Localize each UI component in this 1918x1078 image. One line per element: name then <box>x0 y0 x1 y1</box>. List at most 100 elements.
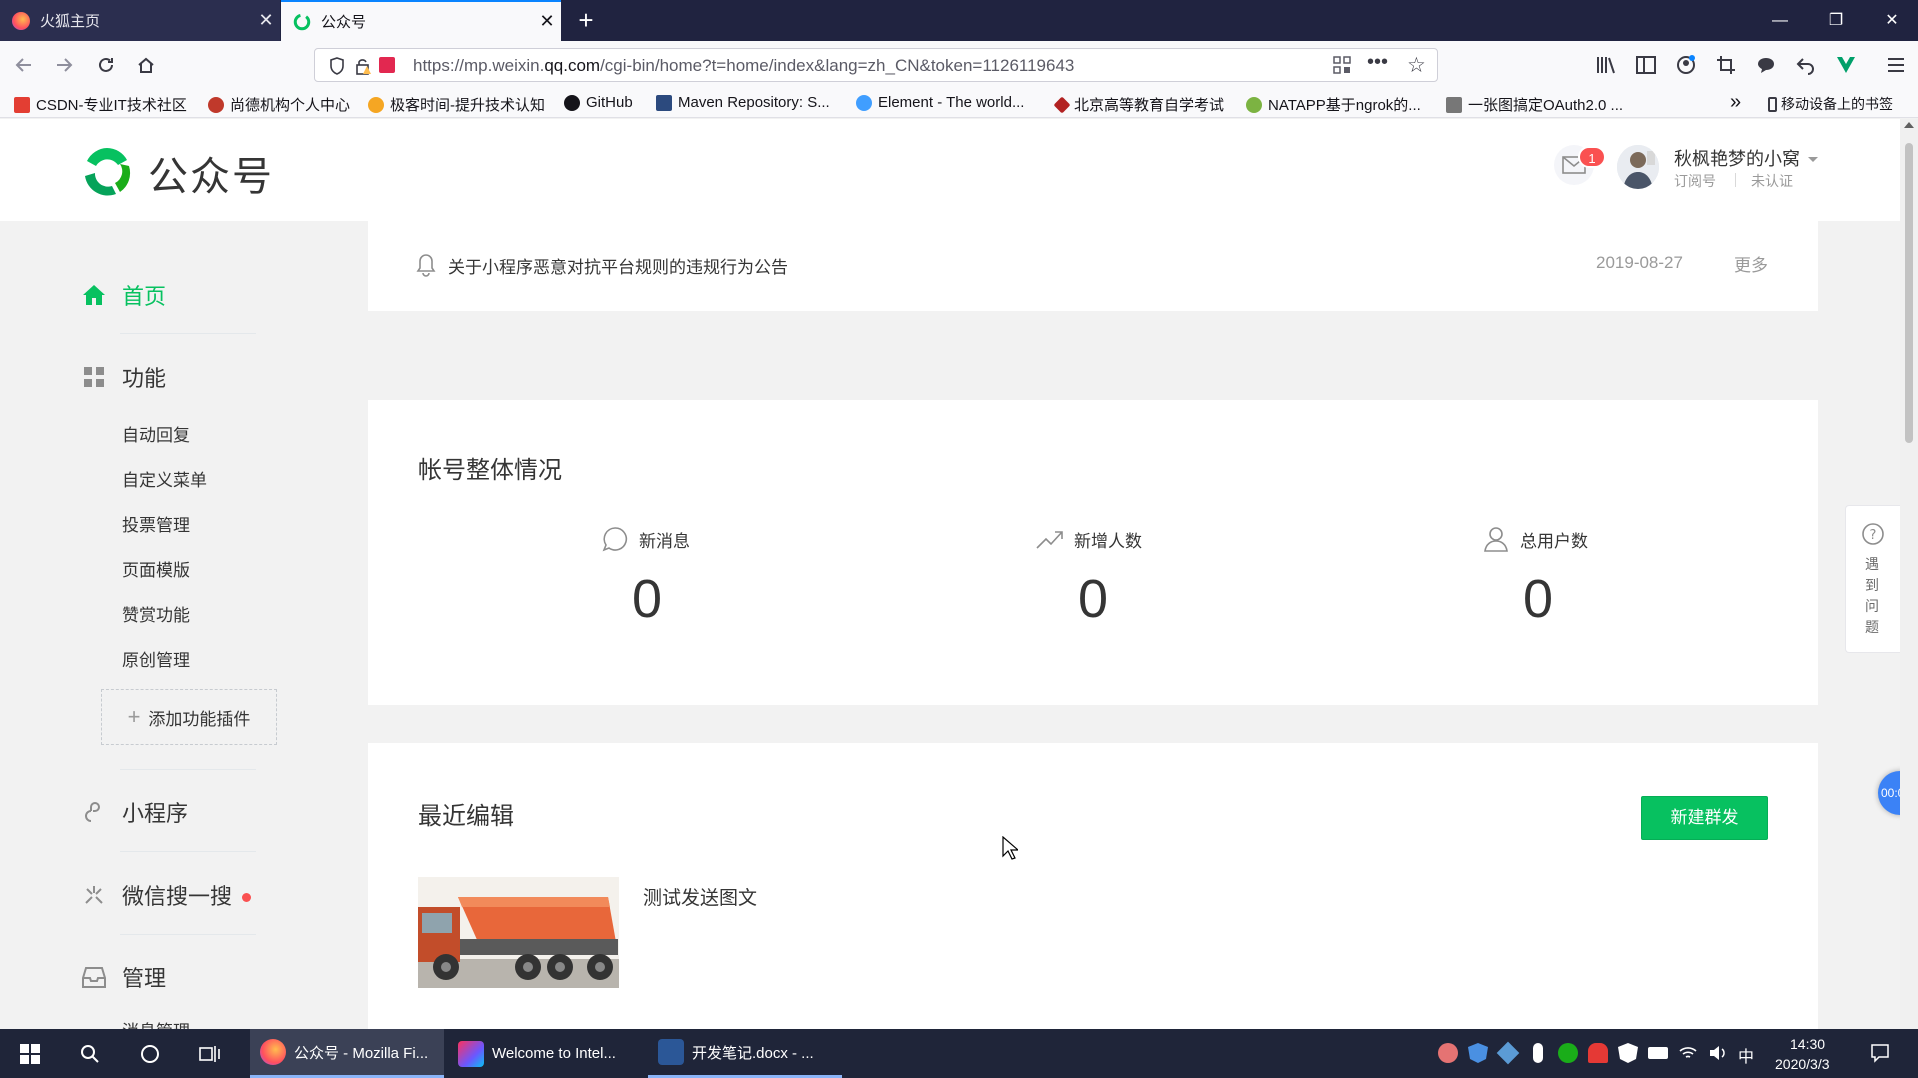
sidebar-item-home[interactable]: 首页 <box>80 279 166 311</box>
bookmark-element[interactable]: Element - The world... <box>856 94 1024 111</box>
divider <box>120 769 256 770</box>
ime-indicator[interactable]: 中 <box>1738 1043 1754 1067</box>
clock-date[interactable]: 2020/3/3 <box>1775 1056 1830 1072</box>
recent-edits-card: 最近编辑 新建群发 测试发送图文 <box>368 743 1818 1029</box>
account-name[interactable]: 秋枫艳梦的小窝 <box>1674 145 1800 171</box>
help-float-button[interactable]: ? 遇到问题 <box>1845 505 1900 653</box>
forward-icon[interactable] <box>48 49 80 81</box>
windows-start-icon[interactable] <box>16 1040 44 1068</box>
draft-thumbnail[interactable] <box>418 877 619 988</box>
sidebar-item-label: 管理 <box>122 966 167 991</box>
sidebar-item-label: 首页 <box>122 284 167 309</box>
url-text[interactable]: https://mp.weixin.qq.com/cgi-bin/home?t=… <box>413 56 1074 76</box>
shield-tray-icon[interactable] <box>1468 1043 1488 1063</box>
wifi-icon[interactable] <box>1678 1043 1698 1063</box>
cortana-icon[interactable] <box>136 1040 164 1068</box>
sidebar-item-wechat-search[interactable]: 微信搜一搜 <box>80 879 232 911</box>
bookmark-natapp[interactable]: NATAPP基于ngrok的... <box>1246 94 1421 115</box>
bookmarks-overflow-icon[interactable]: » <box>1730 91 1741 114</box>
security-tray-icon[interactable] <box>1618 1043 1638 1063</box>
notification-center-icon[interactable] <box>1870 1043 1890 1063</box>
sidebar-item-original[interactable]: 原创管理 <box>122 646 190 671</box>
reload-icon[interactable] <box>90 49 122 81</box>
menu-icon[interactable] <box>1880 49 1912 81</box>
restore-icon[interactable]: ❐ <box>1808 0 1864 41</box>
add-plugin-button[interactable]: + 添加功能插件 <box>101 689 277 745</box>
bookmark-maven[interactable]: Maven Repository: S... <box>656 94 830 111</box>
task-view-icon[interactable] <box>196 1040 224 1068</box>
bookmark-zikao[interactable]: 北京高等教育自学考试 <box>1053 94 1224 115</box>
page-scrollbar[interactable] <box>1900 119 1918 1029</box>
close-tab-icon[interactable]: ✕ <box>252 10 280 31</box>
sidebar-item-management[interactable]: 管理 <box>80 961 166 993</box>
avatar[interactable] <box>1617 145 1659 189</box>
qr-code-icon[interactable] <box>1333 56 1351 79</box>
draft-title-link[interactable]: 测试发送图文 <box>643 883 757 910</box>
microphone-icon[interactable] <box>1533 1043 1543 1063</box>
search-icon[interactable] <box>76 1040 104 1068</box>
home-icon <box>80 281 108 309</box>
vue-devtools-icon[interactable] <box>1830 49 1862 81</box>
undo-icon[interactable] <box>1790 49 1822 81</box>
bookmark-sunlands[interactable]: 尚德机构个人中心 <box>208 94 350 115</box>
more-actions-icon[interactable]: ••• <box>1367 51 1388 74</box>
battery-icon[interactable] <box>1648 1047 1668 1059</box>
back-icon[interactable] <box>8 49 40 81</box>
taskbar-app-intellij[interactable]: Welcome to Intel... <box>448 1029 642 1078</box>
url-bar[interactable]: https://mp.weixin.qq.com/cgi-bin/home?t=… <box>314 48 1438 82</box>
bookmark-github[interactable]: GitHub <box>564 94 633 111</box>
wechat-mp-logo[interactable] <box>80 144 134 198</box>
new-broadcast-button[interactable]: 新建群发 <box>1641 796 1768 840</box>
bookmark-csdn[interactable]: CSDN-专业IT技术社区 <box>14 94 187 115</box>
tray-app-icon[interactable] <box>1588 1043 1608 1063</box>
shield-icon[interactable] <box>329 57 345 80</box>
vpn-tray-icon[interactable] <box>1496 1041 1520 1065</box>
sidebar-item-vote[interactable]: 投票管理 <box>122 511 190 536</box>
sidebar-item-reward[interactable]: 赞赏功能 <box>122 601 190 626</box>
taskbar-app-word[interactable]: 开发笔记.docx - ... <box>648 1029 842 1078</box>
home-icon[interactable] <box>130 49 162 81</box>
new-dot-badge <box>242 893 251 902</box>
sidebar-item-auto-reply[interactable]: 自动回复 <box>122 421 190 446</box>
library-icon[interactable] <box>1590 49 1622 81</box>
bookmark-oauth[interactable]: 一张图搞定OAuth2.0 ... <box>1446 94 1623 115</box>
close-tab-icon[interactable]: ✕ <box>533 11 561 32</box>
sidebar-item-mini-program[interactable]: 小程序 <box>80 796 188 828</box>
logo-text[interactable]: 公众号 <box>148 144 274 202</box>
zikao-icon <box>1053 96 1071 113</box>
bookmark-star-icon[interactable]: ☆ <box>1407 53 1426 78</box>
bookmark-mobile[interactable]: 移动设备上的书签 <box>1768 94 1893 114</box>
bookmark-geektime[interactable]: 极客时间-提升技术认知 <box>368 94 545 115</box>
lock-warning-icon[interactable] <box>355 56 373 81</box>
screenshot-icon[interactable] <box>1710 49 1742 81</box>
scroll-thumb[interactable] <box>1905 143 1913 443</box>
sidebar-toggle-icon[interactable] <box>1630 49 1662 81</box>
notice-link[interactable]: 关于小程序恶意对抗平台规则的违规行为公告 <box>448 253 788 278</box>
svg-text:?: ? <box>1870 528 1877 543</box>
stat-total-users: 总用户数 <box>1482 525 1588 553</box>
wechat-tray-icon[interactable] <box>1558 1043 1578 1063</box>
minimize-icon[interactable]: — <box>1752 0 1808 41</box>
tab-firefox-home[interactable]: 火狐主页 ✕ <box>0 0 280 41</box>
stat-value: 0 <box>631 569 663 629</box>
sidebar-item-messages[interactable]: 消息管理 <box>122 1017 190 1029</box>
clock-time[interactable]: 14:30 <box>1790 1036 1825 1052</box>
sidebar-item-custom-menu[interactable]: 自定义菜单 <box>122 466 207 491</box>
volume-icon[interactable] <box>1708 1043 1728 1063</box>
sidebar-item-functions[interactable]: 功能 <box>80 361 166 393</box>
close-window-icon[interactable]: ✕ <box>1864 0 1918 41</box>
tray-app-icon[interactable] <box>1438 1043 1458 1063</box>
truck-image <box>418 877 619 988</box>
scroll-up-icon[interactable] <box>1904 122 1914 128</box>
taskbar-app-firefox[interactable]: 公众号 - Mozilla Fi... <box>250 1029 444 1078</box>
firefox-icon <box>12 11 30 30</box>
notice-more-link[interactable]: 更多 <box>1734 251 1768 276</box>
chat-icon[interactable] <box>1750 49 1782 81</box>
sidebar-item-page-template[interactable]: 页面模版 <box>122 556 190 581</box>
tab-wechat-mp[interactable]: 公众号 ✕ <box>281 0 561 41</box>
permission-icon[interactable] <box>379 57 395 73</box>
taskbar-app-label: 公众号 - Mozilla Fi... <box>294 1044 429 1062</box>
chevron-down-icon[interactable] <box>1808 157 1818 162</box>
new-tab-button[interactable]: + <box>570 4 602 36</box>
account-icon[interactable] <box>1670 49 1702 81</box>
